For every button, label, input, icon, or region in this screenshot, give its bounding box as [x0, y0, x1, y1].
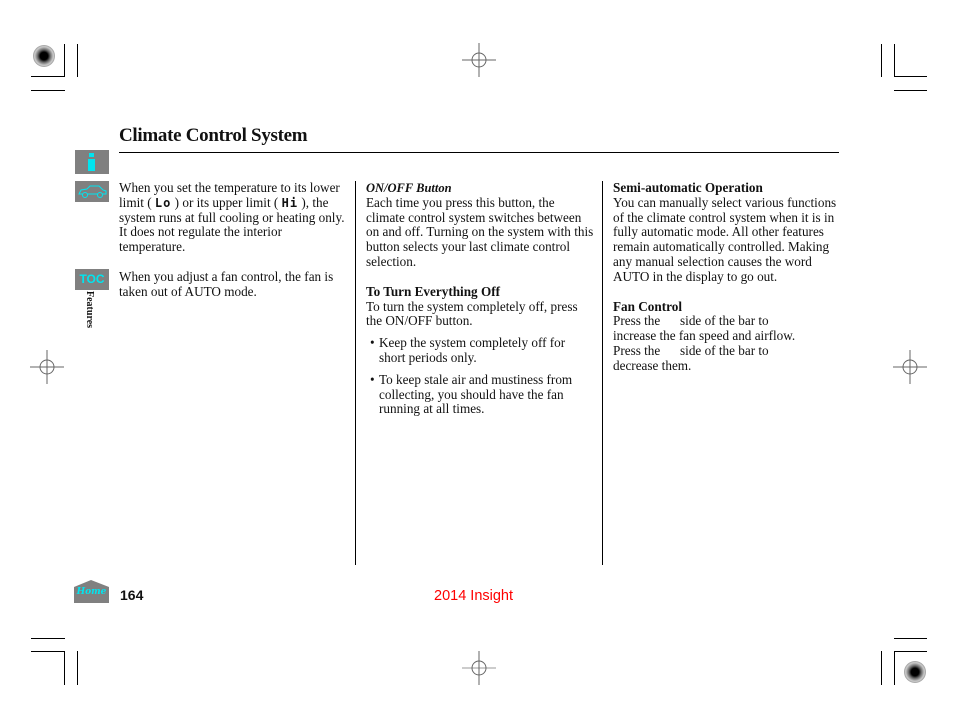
onoff-body: Each time you press this button, the cli…	[366, 194, 594, 269]
car-icon	[78, 185, 107, 198]
crop-mark	[894, 651, 895, 685]
home-button[interactable]: Home	[74, 580, 109, 603]
crop-mark	[894, 651, 927, 652]
temperature-limit-paragraph: When you set the temperature to its lowe…	[119, 180, 345, 255]
fan-control-line: Press the side of the bar to	[613, 313, 769, 329]
crop-mark	[31, 638, 65, 639]
crop-mark	[31, 651, 65, 652]
fan-control-line: increase the fan speed and airflow.	[613, 328, 796, 344]
bullet-item: • To keep stale air and mustiness from co…	[370, 371, 573, 417]
lcd-lo-symbol: Lo	[154, 195, 172, 210]
left-column: When you set the temperature to its lowe…	[119, 180, 345, 300]
middle-column: ON/OFF Button Each time you press this b…	[366, 181, 594, 417]
crop-mark	[881, 651, 882, 685]
crop-mark	[881, 44, 882, 77]
registration-mark-bottom-right	[904, 661, 926, 683]
right-column: Semi-automatic Operation You can manuall…	[613, 180, 845, 374]
crop-mark	[894, 44, 895, 77]
crosshair-mark-left	[30, 350, 64, 384]
info-icon	[88, 153, 95, 171]
crop-mark	[894, 90, 927, 91]
crop-mark	[894, 76, 927, 77]
crosshair-mark-top	[462, 43, 496, 77]
page-number: 164	[120, 587, 144, 603]
bullet-item: • Keep the system completely off for shor…	[370, 335, 566, 365]
fan-control-heading: Fan Control	[613, 298, 682, 314]
home-label: Home	[76, 587, 107, 597]
column-divider	[355, 181, 356, 565]
info-button[interactable]	[75, 150, 109, 174]
page-title: Climate Control System	[119, 125, 308, 146]
crop-mark	[64, 651, 65, 685]
column-divider	[602, 181, 603, 565]
fan-control-note: When you adjust a fan control, the fan i…	[119, 268, 334, 299]
crop-mark	[64, 44, 65, 77]
toc-button[interactable]: TOC	[75, 269, 109, 290]
crop-mark	[31, 90, 65, 91]
registration-mark-top-left	[33, 45, 55, 67]
crop-mark	[31, 76, 65, 77]
crosshair-mark-right	[893, 350, 927, 384]
lcd-hi-symbol: Hi	[281, 195, 299, 210]
fan-control-line: decrease them.	[613, 357, 692, 373]
model-label: 2014 Insight	[434, 588, 514, 604]
crosshair-mark-bottom	[462, 651, 496, 685]
vehicle-index-button[interactable]	[75, 181, 109, 202]
crop-mark	[77, 44, 78, 77]
fan-control-line: Press the side of the bar to	[613, 342, 769, 358]
onoff-heading: ON/OFF Button	[366, 181, 452, 195]
semi-auto-body: You can manually select various function…	[613, 194, 837, 284]
crop-mark	[77, 651, 78, 685]
title-rule	[119, 152, 839, 153]
crop-mark	[894, 638, 927, 639]
turn-off-heading: To Turn Everything Off	[366, 283, 500, 299]
toc-label: TOC	[79, 272, 105, 286]
semi-auto-heading: Semi-automatic Operation	[613, 180, 763, 195]
turn-off-body: To turn the system completely off, press…	[366, 298, 578, 329]
section-tab-label: Features	[84, 291, 95, 329]
